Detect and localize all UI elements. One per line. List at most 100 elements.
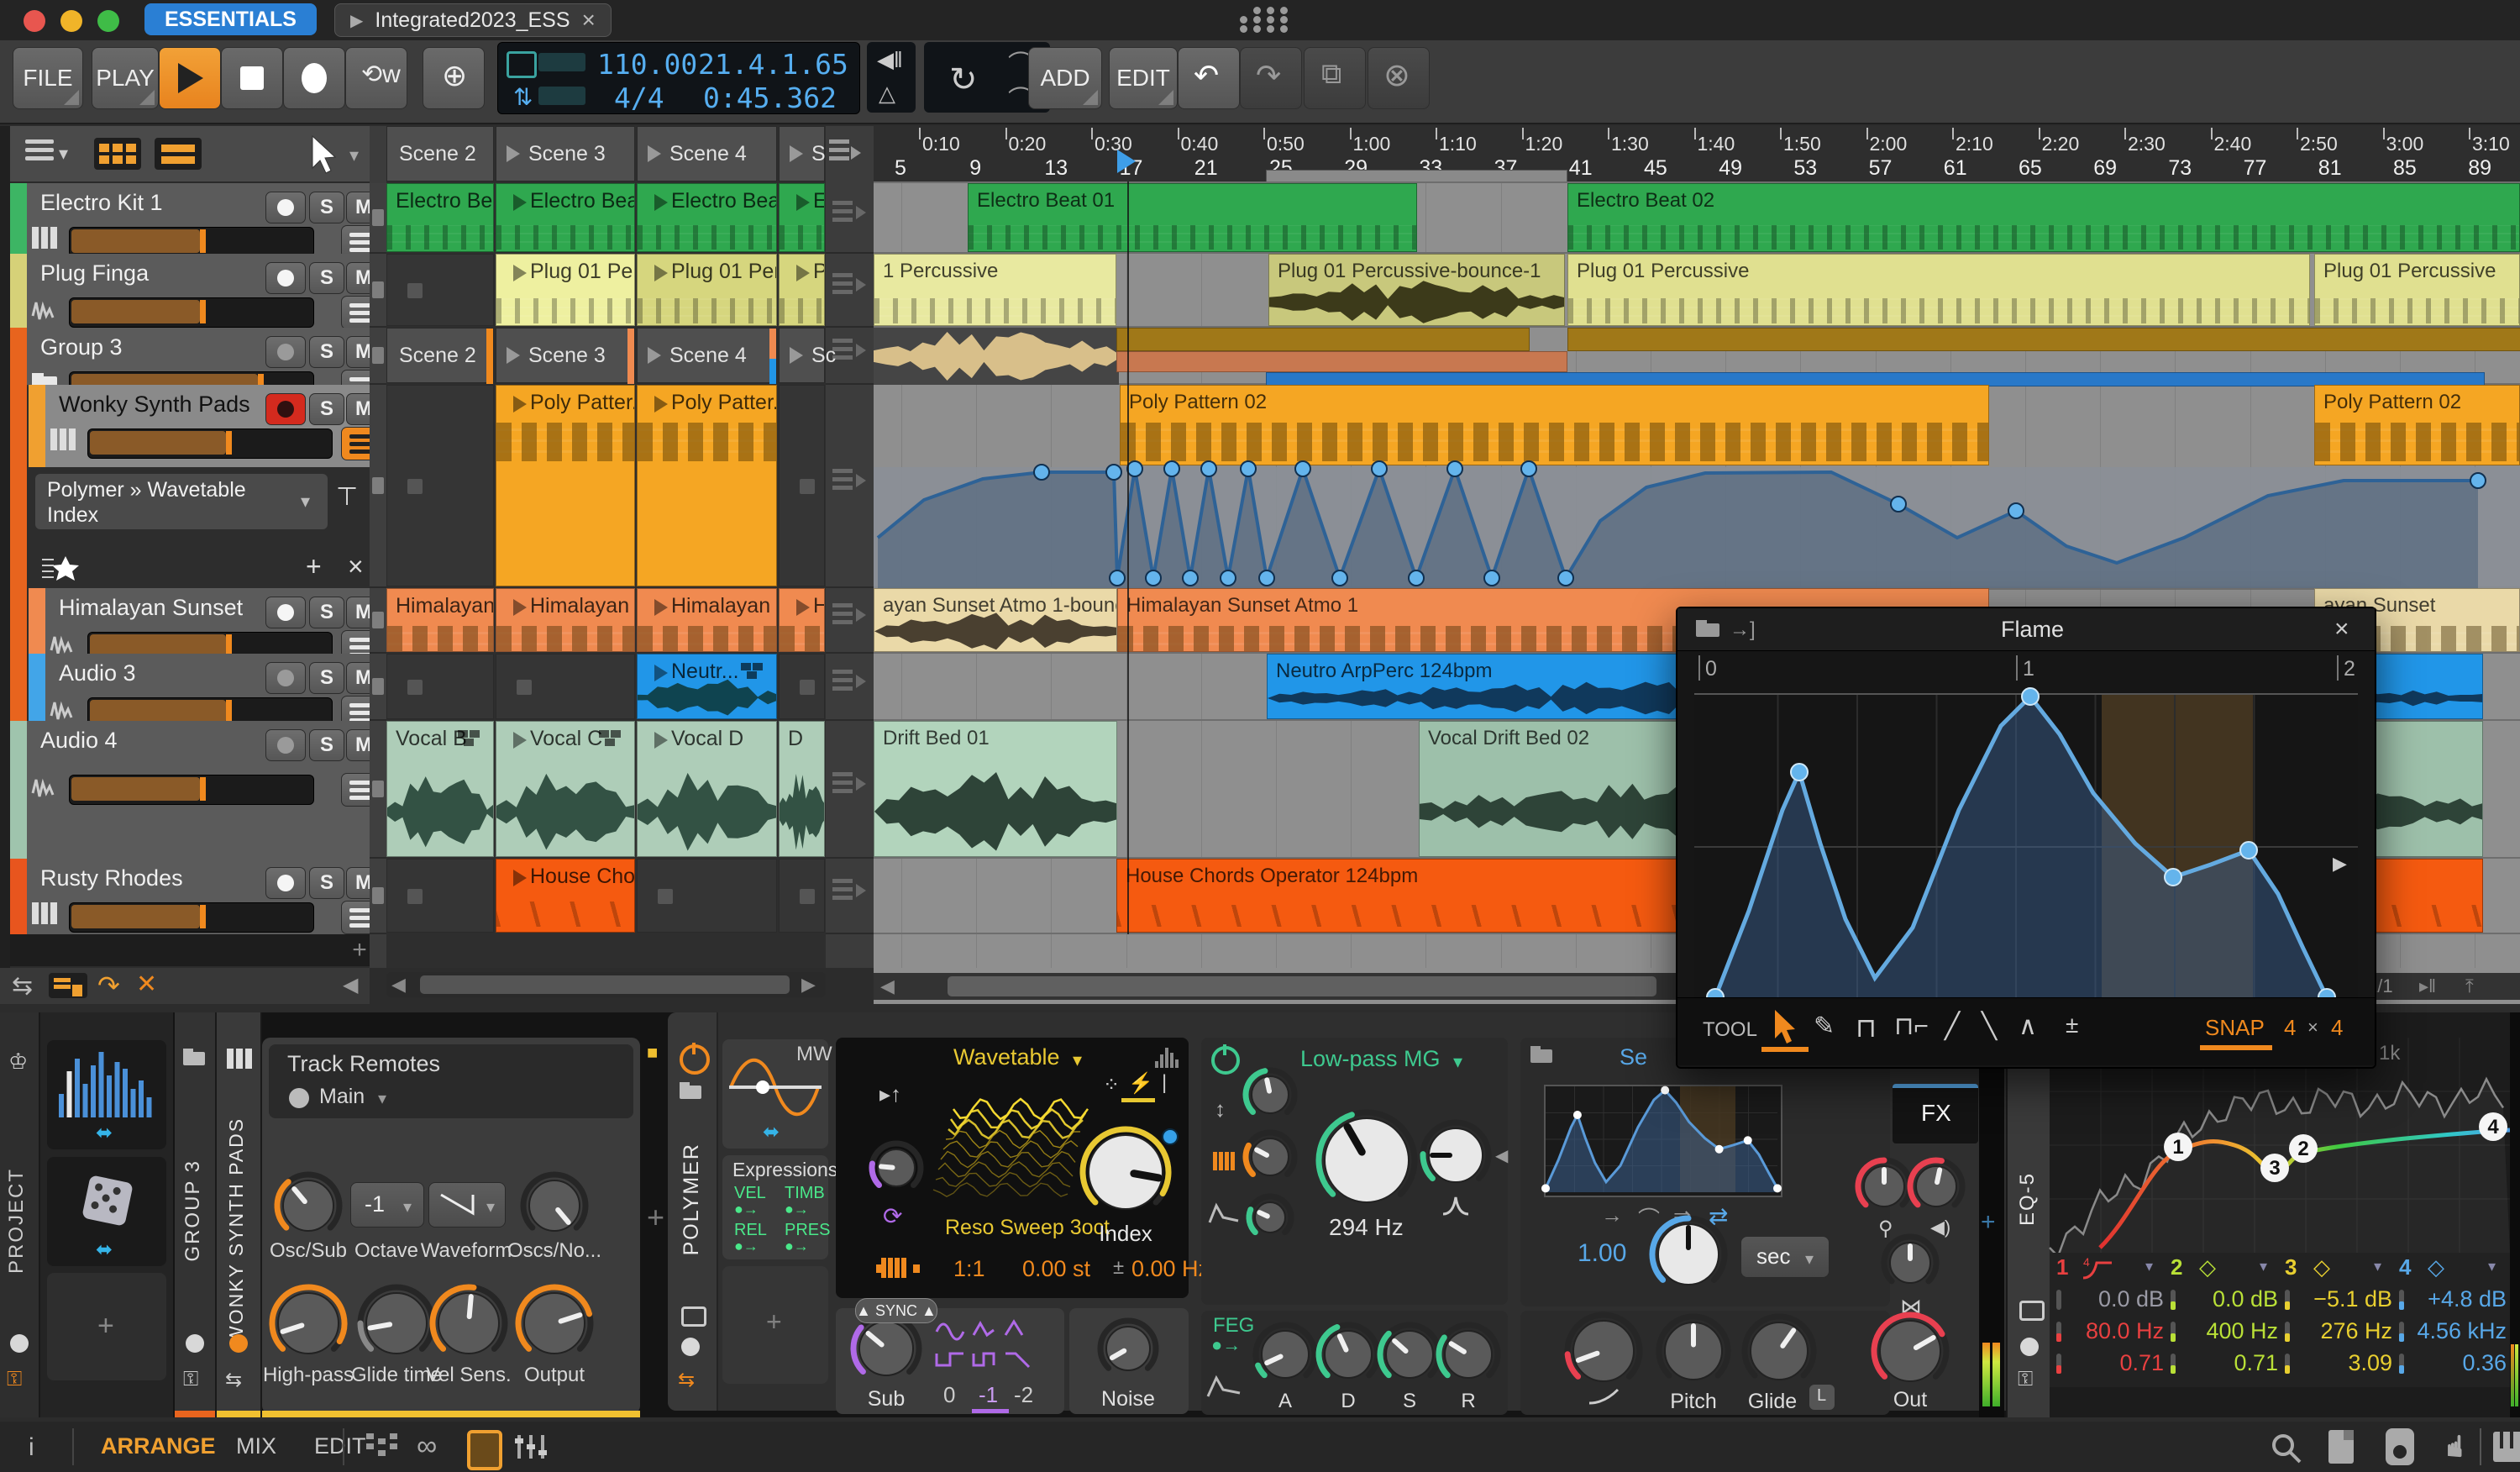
empty-clip-slot[interactable] <box>386 654 494 719</box>
scene-all-icon[interactable] <box>826 133 863 175</box>
fx-chain-box[interactable]: FX <box>1893 1084 1978 1143</box>
clip-stop-cell[interactable] <box>370 721 386 859</box>
launcher-clip[interactable]: Himalayan ... <box>386 588 494 652</box>
launcher-clip[interactable]: Himalayan ... <box>496 588 635 652</box>
record-arm-button[interactable] <box>265 393 306 425</box>
track-header[interactable]: Himalayan Sunset S M <box>29 588 396 664</box>
record-arm-button[interactable] <box>265 662 306 694</box>
record-arm-button[interactable] <box>265 336 306 368</box>
sync-badge[interactable]: ▲ SYNC ▲ <box>855 1298 937 1323</box>
launcher-scroll-thumb[interactable] <box>420 975 790 994</box>
track-name[interactable]: Rusty Rhodes <box>40 865 183 891</box>
tempo-display[interactable]: 110.00 <box>597 48 697 81</box>
polymer-remote-icon[interactable] <box>681 1306 706 1327</box>
pin-icon[interactable]: ⊤ <box>336 482 358 512</box>
track-name[interactable]: Wonky Synth Pads <box>59 392 250 418</box>
flame-flip-tool-icon[interactable]: ± <box>2066 1012 2078 1038</box>
workspace-tab[interactable]: ESSENTIALS <box>144 3 317 35</box>
project-tab[interactable]: ▶ Integrated2023_ESS × <box>334 3 612 37</box>
add-device-slot[interactable]: + <box>1981 1208 1996 1237</box>
hand-icon[interactable]: ☚ <box>2437 1433 2472 1459</box>
filter-type-selector[interactable]: Low-pass MG <box>1300 1046 1441 1072</box>
scene-header-4[interactable]: S <box>779 126 826 181</box>
track-io-icon[interactable]: ⇆ <box>225 1368 242 1392</box>
add-device-button[interactable]: + <box>647 1200 664 1235</box>
launcher-clip[interactable]: Vocal D <box>637 721 777 857</box>
time-signature-display[interactable]: 4/4 <box>614 81 664 114</box>
volume-slider[interactable] <box>69 902 314 933</box>
traffic-light-minimize[interactable] <box>60 10 82 32</box>
fx-send2-knob[interactable] <box>1906 1156 1966 1217</box>
eq-band-shape-icon[interactable]: ◇ <box>2313 1254 2330 1280</box>
sub-octave-option[interactable]: -1 <box>979 1382 998 1408</box>
groove-toggle[interactable] <box>538 53 585 71</box>
collapse-arrow-icon[interactable]: ◀ <box>343 973 358 997</box>
automation-add-button[interactable]: + <box>306 551 322 582</box>
osc-keyboard-icon[interactable] <box>876 1254 920 1283</box>
eq-freq-value[interactable]: 80.0 Hz <box>2086 1318 2164 1344</box>
flame-grid-b[interactable]: 4 <box>2331 1015 2343 1041</box>
eq5-remote-icon[interactable] <box>2019 1301 2045 1321</box>
record-arm-button[interactable] <box>265 729 306 761</box>
clip-stop-cell[interactable] <box>370 183 386 254</box>
segments-unit-dropdown[interactable]: sec ▾ <box>1740 1236 1830 1278</box>
flame-step-tool-icon[interactable]: ⊓ <box>1856 1012 1877 1044</box>
launcher-scroll-left[interactable]: ◀ <box>391 974 406 996</box>
volume-slider[interactable] <box>69 775 314 805</box>
speaker-icon[interactable] <box>2386 1428 2414 1465</box>
scene-launch-cell[interactable] <box>826 859 874 934</box>
group-scene-cell[interactable]: Sc <box>779 328 836 383</box>
group-scene-cell[interactable]: Scene 4 <box>637 328 777 384</box>
automation-write-button[interactable]: ⟲w <box>345 47 407 109</box>
eq-band-number[interactable]: 2 <box>2171 1254 2182 1280</box>
scene-launch-cell[interactable] <box>826 183 874 254</box>
piano-keyboard-icon[interactable] <box>2493 1432 2520 1462</box>
track-name[interactable]: Himalayan Sunset <box>59 595 243 621</box>
launcher-clip[interactable]: Poly Patter... <box>637 385 777 586</box>
track-name[interactable]: Electro Kit 1 <box>40 190 163 216</box>
sub-octave-option[interactable]: 0 <box>943 1382 955 1408</box>
empty-clip-slot[interactable] <box>637 859 777 933</box>
segments-time-value[interactable]: 1.00 <box>1578 1239 1626 1268</box>
solo-button[interactable]: S <box>309 393 344 425</box>
eq-gain-value[interactable]: +4.8 dB <box>2428 1286 2507 1312</box>
clip-stop-cell[interactable] <box>370 328 386 385</box>
eq-band-number[interactable]: 4 <box>2399 1254 2411 1280</box>
empty-clip-slot[interactable] <box>496 654 635 719</box>
launcher-clip[interactable]: House Cho... <box>496 859 635 933</box>
play-button[interactable] <box>159 47 221 109</box>
clear-icon[interactable]: ✕ <box>136 970 157 999</box>
seg-mode-oneshot-icon[interactable]: → <box>1601 1202 1623 1228</box>
capture-button[interactable]: ⊕ <box>423 47 485 109</box>
add-modulator-tile[interactable]: + <box>47 1273 166 1380</box>
glide-knob[interactable] <box>1740 1312 1818 1390</box>
scene-header-2[interactable]: Scene 3 <box>496 126 635 181</box>
flame-grid-a[interactable]: 4 <box>2284 1015 2296 1041</box>
empty-clip-slot[interactable] <box>386 859 494 933</box>
duplicate-button[interactable]: ⧉ <box>1304 47 1366 109</box>
mw-modulator-panel[interactable]: MW ⬌ <box>722 1039 832 1149</box>
eq-gain-value[interactable]: 0.0 dB <box>2098 1286 2164 1312</box>
segments-folder-icon[interactable] <box>1530 1046 1554 1065</box>
volume-slider[interactable] <box>69 227 314 257</box>
track-header[interactable]: Rusty Rhodes S M <box>10 859 396 936</box>
polymer-clock-icon[interactable] <box>681 1338 700 1356</box>
feg-mod-arrow[interactable]: ●→ <box>1211 1334 1241 1356</box>
track-header[interactable]: Electro Kit 1SM <box>10 183 396 259</box>
eq-band-number[interactable]: 1 <box>2056 1254 2068 1280</box>
vel-sens-knob[interactable] <box>428 1283 509 1364</box>
polymer-folder-icon[interactable] <box>680 1082 703 1101</box>
eq-band-caret[interactable]: ▾ <box>2488 1258 2496 1275</box>
filter-env-knob[interactable] <box>1242 1066 1299 1123</box>
launcher-clip[interactable]: Vocal C <box>496 721 635 857</box>
clip-stop-cell[interactable] <box>370 254 386 328</box>
scene-launch-cell[interactable] <box>826 654 874 721</box>
waveform-dropdown[interactable]: ▾ <box>428 1182 506 1228</box>
clip-stop-cell[interactable] <box>370 654 386 721</box>
traffic-light-zoom[interactable] <box>97 10 119 32</box>
filter-expand-arrow[interactable]: ◀ <box>1495 1145 1508 1166</box>
flame-halfstep-tool-icon[interactable]: ⊓⌐ <box>1894 1012 1929 1041</box>
clip-stop-cell[interactable] <box>370 859 386 934</box>
link-icon[interactable]: ∞ <box>417 1430 437 1463</box>
metronome-icon[interactable]: △ <box>879 81 895 107</box>
